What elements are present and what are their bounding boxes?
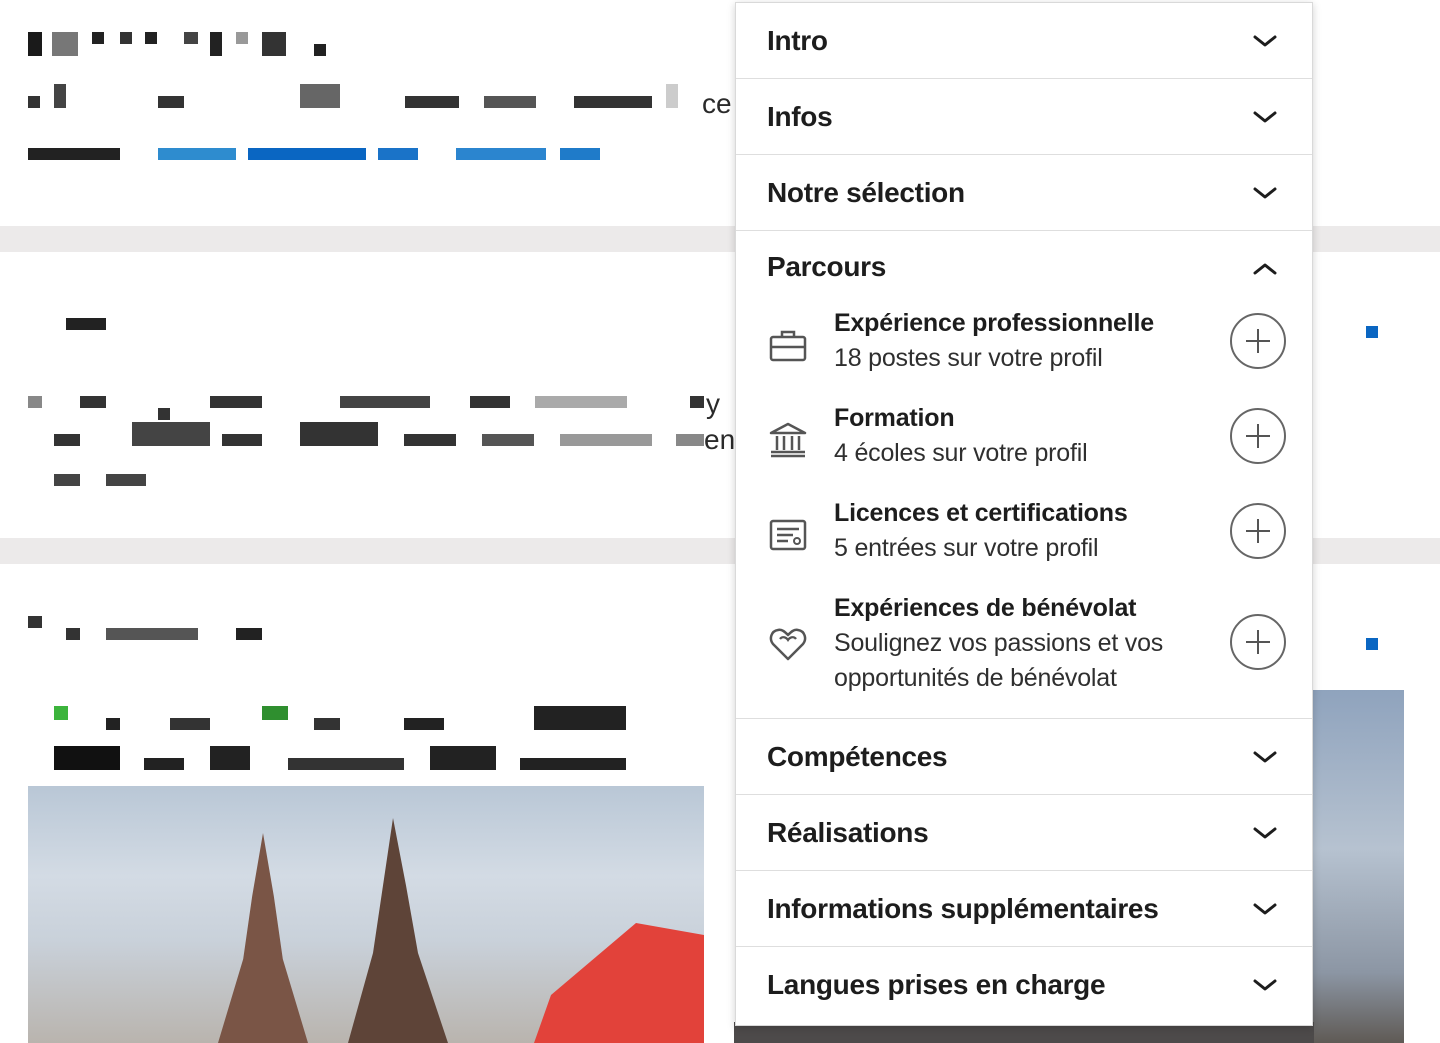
item-title: Licences et certifications bbox=[834, 499, 1128, 527]
add-profile-section-menu: Intro Infos Notre sélection Parcours Exp… bbox=[735, 2, 1313, 1026]
chevron-down-icon bbox=[1252, 109, 1278, 125]
certificate-icon bbox=[768, 515, 808, 555]
briefcase-icon bbox=[768, 325, 808, 365]
parcours-item-certifications: Licences et certifications 5 entrées sur… bbox=[736, 499, 1312, 579]
parcours-item-formation: Formation 4 écoles sur votre profil bbox=[736, 404, 1312, 484]
chevron-down-icon bbox=[1252, 749, 1278, 765]
text-fragment: en bbox=[704, 424, 736, 455]
section-label: Réalisations bbox=[767, 816, 929, 848]
add-experience-button[interactable] bbox=[1230, 313, 1286, 369]
item-description: Soulignez vos passions et vos opportunit… bbox=[834, 629, 1164, 692]
item-description: 18 postes sur votre profil bbox=[834, 344, 1103, 372]
section-intro[interactable]: Intro bbox=[736, 3, 1312, 79]
section-informations-supplementaires[interactable]: Informations supplémentaires bbox=[736, 871, 1312, 947]
section-langues[interactable]: Langues prises en charge bbox=[736, 947, 1312, 1023]
heart-hands-icon bbox=[768, 624, 808, 664]
add-certification-button[interactable] bbox=[1230, 503, 1286, 559]
school-icon bbox=[768, 420, 808, 460]
section-parcours: Parcours Expérience professionnelle 18 p… bbox=[736, 231, 1312, 719]
parcours-item-benevolat: Expériences de bénévolat Soulignez vos p… bbox=[736, 594, 1312, 704]
section-infos[interactable]: Infos bbox=[736, 79, 1312, 155]
item-description: 5 entrées sur votre profil bbox=[834, 534, 1099, 562]
parcours-item-experience: Expérience professionnelle 18 postes sur… bbox=[736, 309, 1312, 389]
section-parcours-header[interactable]: Parcours bbox=[736, 231, 1312, 307]
notification-dot bbox=[1366, 638, 1378, 650]
section-label: Langues prises en charge bbox=[767, 969, 1106, 1000]
side-image bbox=[1312, 690, 1404, 1043]
section-realisations[interactable]: Réalisations bbox=[736, 795, 1312, 871]
chevron-down-icon bbox=[1252, 901, 1278, 917]
section-label: Parcours bbox=[767, 251, 886, 282]
section-label: Intro bbox=[767, 24, 828, 56]
add-formation-button[interactable] bbox=[1230, 408, 1286, 464]
section-label: Compétences bbox=[767, 740, 948, 772]
section-competences[interactable]: Compétences bbox=[736, 719, 1312, 795]
section-label: Infos bbox=[767, 100, 833, 132]
item-title: Expérience professionnelle bbox=[834, 309, 1154, 337]
chevron-down-icon bbox=[1252, 33, 1278, 49]
section-notre-selection[interactable]: Notre sélection bbox=[736, 155, 1312, 231]
item-description: 4 écoles sur votre profil bbox=[834, 439, 1088, 467]
chevron-up-icon bbox=[1252, 261, 1278, 277]
add-benevolat-button[interactable] bbox=[1230, 614, 1286, 670]
notification-dot bbox=[1366, 326, 1378, 338]
item-title: Expériences de bénévolat bbox=[834, 594, 1137, 622]
chevron-down-icon bbox=[1252, 977, 1278, 993]
section-label: Informations supplémentaires bbox=[767, 892, 1159, 924]
section-label: Notre sélection bbox=[767, 176, 965, 208]
item-title: Formation bbox=[834, 404, 955, 432]
post-image bbox=[28, 786, 704, 1043]
text-fragment: y bbox=[706, 388, 720, 419]
chevron-down-icon bbox=[1252, 825, 1278, 841]
chevron-down-icon bbox=[1252, 185, 1278, 201]
text-fragment: ce bbox=[702, 88, 732, 119]
